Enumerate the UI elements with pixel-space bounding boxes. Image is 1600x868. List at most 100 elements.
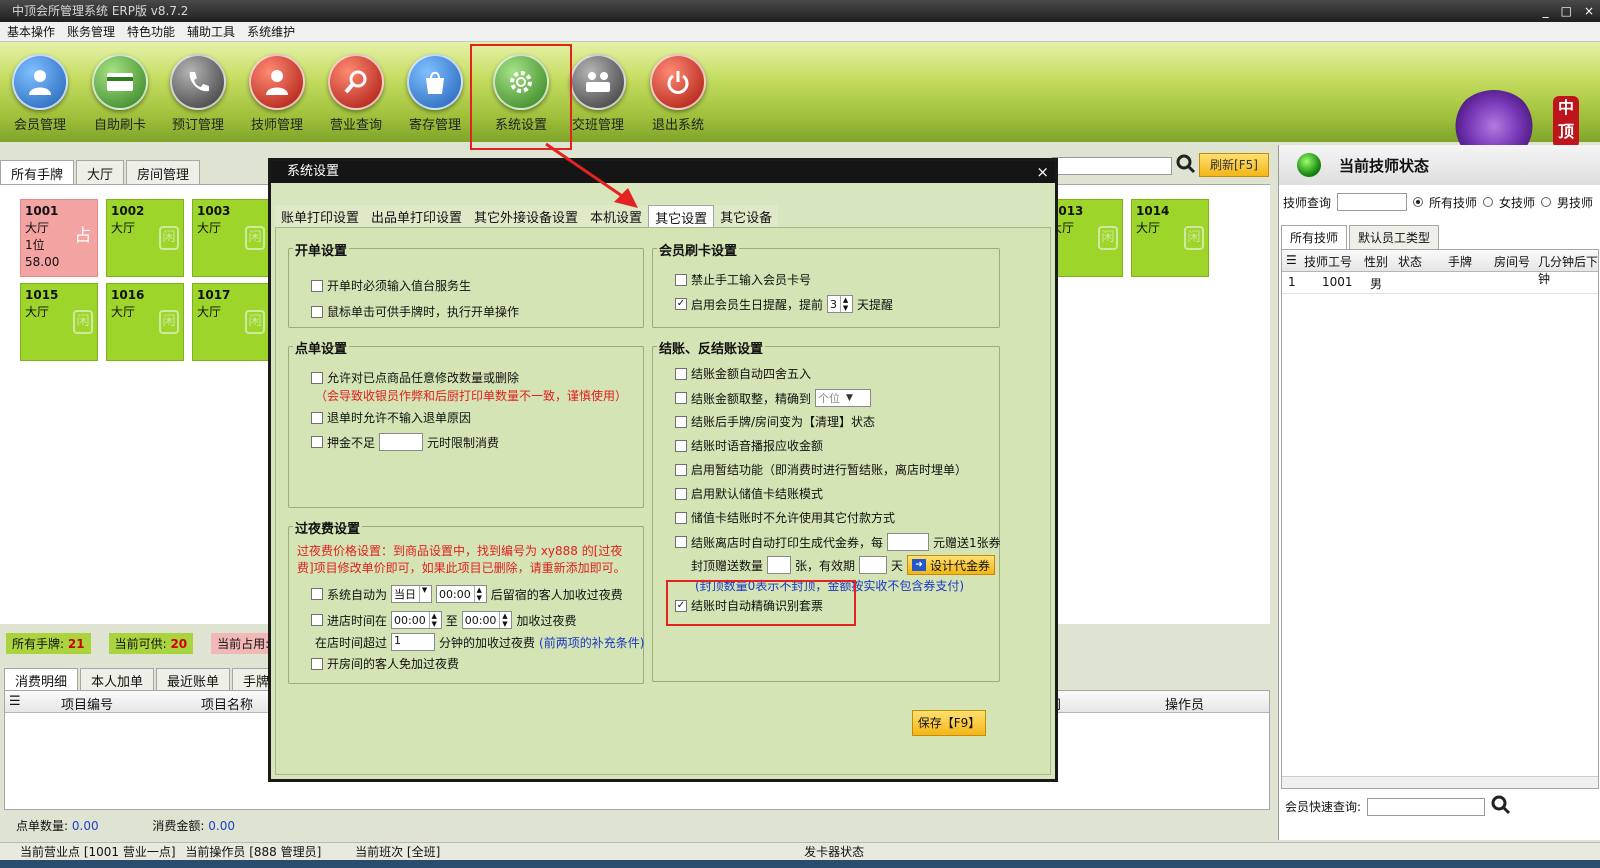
room-card[interactable]: 1002 大厅 闲 <box>106 199 184 277</box>
overnight-note: 过夜费价格设置：到商品设置中，找到编号为 xy888 的[过夜费]项目修改单价即… <box>297 544 626 575</box>
menu-maintenance[interactable]: 系统维护 <box>247 23 295 40</box>
tab-all-cards[interactable]: 所有手牌 <box>0 160 75 184</box>
tab-hall[interactable]: 大厅 <box>76 160 125 184</box>
room-card[interactable]: 1003 大厅 闲 <box>192 199 270 277</box>
chk-room-exempt[interactable]: 开房间的客人免加过夜费 <box>311 655 459 672</box>
room-card[interactable]: 1001 大厅 1位 58.00 占 <box>20 199 98 277</box>
list-icon: ☰ <box>9 694 21 709</box>
tab-consumption-detail[interactable]: 消费明细 <box>4 668 79 690</box>
member-search-icon[interactable] <box>1491 795 1511 818</box>
menu-features[interactable]: 特色功能 <box>127 23 175 40</box>
horizontal-scrollbar[interactable] <box>1282 776 1598 788</box>
tab-rooms[interactable]: 房间管理 <box>126 160 201 184</box>
shift-icon <box>570 54 626 110</box>
annotation-arrow-icon <box>545 142 638 208</box>
main-toolbar: 会员管理 自助刷卡 预订管理 技师管理 营业查询 寄存管理 系统设置 交班管理 … <box>0 42 1600 162</box>
chk-no-manual-card[interactable]: 禁止手工输入会员卡号 <box>675 271 811 288</box>
room-card[interactable]: 1015 大厅 闲 <box>20 283 98 361</box>
chk-birthday-reminder[interactable]: ✓ 启用会员生日提醒，提前 3 ▲ ▼ 天提醒 <box>675 295 893 313</box>
overnight-time-input[interactable]: 00:00 ▲ ▼ <box>436 585 487 603</box>
idle-icon: 闲 <box>245 226 265 250</box>
user-icon <box>12 54 68 110</box>
refresh-button[interactable]: 刷新[F5] <box>1199 153 1269 177</box>
table-row[interactable]: 1 1001 男 <box>1282 272 1598 294</box>
precision-select[interactable]: 个位 ▼ <box>815 389 872 407</box>
main-tabs: 所有手牌 大厅 房间管理 <box>0 160 201 184</box>
chk-deposit-limit[interactable]: 押金不足 元时限制消费 <box>311 433 499 451</box>
tab-other-devices[interactable]: 其它设备 <box>714 205 779 227</box>
menu-accounts[interactable]: 账务管理 <box>67 23 115 40</box>
radio-female-technicians[interactable] <box>1483 197 1494 207</box>
business-query-button[interactable]: 营业查询 <box>321 54 391 133</box>
chk-no-return-reason[interactable]: 退单时允许不输入退单原因 <box>311 409 471 426</box>
maximize-button[interactable]: □ <box>1561 0 1572 22</box>
chk-clean-status[interactable]: 结账后手牌/房间变为【清理】状态 <box>675 413 875 430</box>
chk-round-amount[interactable]: 结账金额自动四舍五入 <box>675 365 811 382</box>
brand-badge: 中顶 <box>1553 96 1579 148</box>
member-quick-search: 会员快速查询: <box>1285 795 1511 818</box>
chk-auto-coupon[interactable]: 结账离店时自动打印生成代金券，每 元赠送1张券 <box>675 533 1001 551</box>
room-card[interactable]: 1016 大厅 闲 <box>106 283 184 361</box>
tab-recent-bills[interactable]: 最近账单 <box>156 668 231 690</box>
chk-stored-card-only[interactable]: 储值卡结账时不允许使用其它付款方式 <box>675 509 895 526</box>
chk-integer-amount[interactable]: 结账金额取整，精确到 个位 ▼ <box>675 389 872 407</box>
chk-temp-checkout[interactable]: 启用暂结功能（即消费时进行暂结账，离店时埋单） <box>675 461 967 478</box>
member-management-button[interactable]: 会员管理 <box>5 54 75 133</box>
status-led-icon <box>1297 153 1321 177</box>
open-settings-group: 开单设置 开单时必须输入值台服务生 鼠标单击可供手牌时，执行开单操作 <box>288 240 644 328</box>
room-card[interactable]: 1017 大厅 闲 <box>192 283 270 361</box>
bag-icon <box>407 54 463 110</box>
chk-default-stored-card[interactable]: 启用默认储值卡结账模式 <box>675 485 823 502</box>
stay-minutes-input[interactable]: 1 <box>391 633 436 651</box>
occupied-stat: 当前占用: <box>211 632 276 654</box>
list-icon: ☰ <box>1286 253 1297 267</box>
save-button[interactable]: 保存【F9】 <box>912 710 986 736</box>
tab-default-staff-type[interactable]: 默认员工类型 <box>1349 225 1440 249</box>
self-card-button[interactable]: 自助刷卡 <box>85 54 155 133</box>
chk-auto-overnight[interactable]: 系统自动为 当日 ▼ 00:00 ▲ ▼ 后留宿的客人加收过夜费 <box>311 585 623 603</box>
tab-bill-print[interactable]: 账单打印设置 <box>275 205 366 227</box>
entry-time-from-input[interactable]: 00:00 ▲ ▼ <box>391 611 442 629</box>
menu-tools[interactable]: 辅助工具 <box>187 23 235 40</box>
radio-all-technicians[interactable] <box>1413 197 1424 207</box>
tab-all-technicians[interactable]: 所有技师 <box>1281 225 1348 249</box>
chk-entry-time-overnight[interactable]: 进店时间在 00:00 ▲ ▼ 至 00:00 ▲ ▼ 加收过夜费 <box>311 611 576 629</box>
menu-basic[interactable]: 基本操作 <box>7 23 55 40</box>
coupon-cap-input[interactable] <box>767 556 792 574</box>
shift-management-button[interactable]: 交班管理 <box>563 54 633 133</box>
status-bar: 当前营业点 [1001 营业一点] 当前操作员 [888 管理员] 当前班次 [… <box>0 842 1600 860</box>
search-icon[interactable] <box>1176 154 1196 179</box>
booking-management-button[interactable]: 预订管理 <box>163 54 233 133</box>
room-card[interactable]: 1014 大厅 闲 <box>1131 199 1209 277</box>
member-quick-search-input[interactable] <box>1367 797 1486 816</box>
room-search-input[interactable] <box>1052 157 1172 175</box>
exit-system-button[interactable]: 退出系统 <box>643 54 713 133</box>
all-cards-stat: 所有手牌: 21 <box>6 632 91 654</box>
coupon-validity-input[interactable] <box>859 556 888 574</box>
annotation-highlight-settings <box>470 44 572 150</box>
technician-search-input[interactable] <box>1337 193 1408 211</box>
chk-allow-modify[interactable]: 允许对已点商品任意修改数量或删除 <box>311 369 519 386</box>
tab-product-print[interactable]: 出品单打印设置 <box>365 205 469 227</box>
day-select[interactable]: 当日 ▼ <box>391 585 433 603</box>
close-window-button[interactable]: × <box>1584 0 1594 22</box>
entry-time-to-input[interactable]: 00:00 ▲ ▼ <box>461 611 513 629</box>
tab-other-settings[interactable]: 其它设置 <box>648 205 715 227</box>
minimize-button[interactable]: _ <box>1543 0 1549 22</box>
storage-management-button[interactable]: 寄存管理 <box>400 54 470 133</box>
window-title-bar: 中顶会所管理系统 ERP版 v8.7.2 _ □ × <box>0 0 1600 22</box>
deposit-input[interactable] <box>379 433 424 451</box>
design-coupon-button[interactable]: ➜ 设计代金券 <box>907 555 996 575</box>
chk-click-open[interactable]: 鼠标单击可供手牌时，执行开单操作 <box>311 303 519 320</box>
chk-voice-amount[interactable]: 结账时语音播报应收金额 <box>675 437 823 454</box>
chk-require-waiter[interactable]: 开单时必须输入值台服务生 <box>311 277 471 294</box>
dialog-close-button[interactable]: × <box>1036 161 1049 183</box>
idle-icon: 闲 <box>245 310 265 334</box>
os-taskbar <box>0 860 1600 868</box>
birthday-days-input[interactable]: 3 ▲ ▼ <box>827 295 854 313</box>
radio-male-technicians[interactable] <box>1541 197 1552 207</box>
coupon-amount-input[interactable] <box>887 533 930 551</box>
technician-management-button[interactable]: 技师管理 <box>242 54 312 133</box>
tab-add-order[interactable]: 本人加单 <box>80 668 155 690</box>
modify-warning-text: （会导致收银员作弊和后厨打印单数量不一致，谨慎使用） <box>315 389 628 403</box>
